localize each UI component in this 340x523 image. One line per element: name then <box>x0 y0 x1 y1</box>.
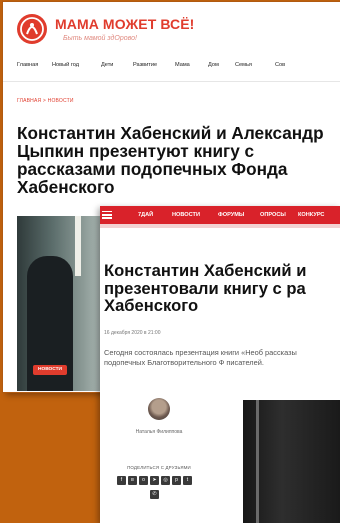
nav-item-7days[interactable]: 7ДАЙ <box>138 212 153 218</box>
nav-item-development[interactable]: Развитие <box>133 62 157 68</box>
nav-item-news[interactable]: НОВОСТИ <box>172 212 200 218</box>
nav-item-home-life[interactable]: Дом <box>208 62 219 68</box>
facebook-icon[interactable]: f <box>117 476 126 485</box>
photo-frame <box>256 400 259 523</box>
nav-divider <box>3 81 340 82</box>
author-name[interactable]: Наталья Филиппова <box>114 429 204 435</box>
pinterest-icon[interactable]: p <box>172 476 181 485</box>
nav-item-contest[interactable]: КОНКУРС <box>298 212 324 218</box>
share-label: ПОДЕЛИТЬСЯ С ДРУЗЬЯМИ <box>127 465 191 470</box>
ok-icon[interactable]: о <box>139 476 148 485</box>
sub-bar <box>100 224 340 228</box>
nav-item-forums[interactable]: ФОРУМЫ <box>218 212 244 218</box>
nav-item-mom[interactable]: Мама <box>175 62 190 68</box>
nav-item-family[interactable]: Семья <box>235 62 252 68</box>
twitter-icon[interactable]: t <box>183 476 192 485</box>
mama-logo-icon[interactable] <box>17 14 47 44</box>
site-tagline: Быть мамой здОрово! <box>63 35 137 42</box>
article-date: 16 декабря 2020 в 21:00 <box>104 330 161 336</box>
article-lead: Сегодня состоялась презентация книги «Не… <box>104 348 297 368</box>
category-badge[interactable]: НОВОСТИ <box>33 365 67 375</box>
nav-item-more[interactable]: Сов <box>275 62 285 68</box>
author-avatar[interactable] <box>148 398 170 420</box>
breadcrumb[interactable]: ГЛАВНАЯ > НОВОСТИ <box>17 98 74 104</box>
nav-item-home[interactable]: Главная <box>17 62 38 68</box>
site-brand[interactable]: МАМА МОЖЕТ ВСЁ! <box>55 16 194 32</box>
photo-lamp <box>75 216 81 276</box>
sevendays-screenshot: 7ДАЙ НОВОСТИ ФОРУМЫ ОПРОСЫ КОНКУРС Конст… <box>100 206 340 523</box>
viber-icon[interactable]: ✆ <box>150 490 159 499</box>
vk-icon[interactable]: в <box>128 476 137 485</box>
instagram-icon[interactable]: ◎ <box>161 476 170 485</box>
telegram-icon[interactable]: ➤ <box>150 476 159 485</box>
article-title: Константин Хабенский и Александр Цыпкин … <box>17 123 324 197</box>
menu-icon[interactable] <box>102 211 112 219</box>
article-title: Константин Хабенский и презентовали книг… <box>104 261 307 315</box>
nav-item-polls[interactable]: ОПРОСЫ <box>260 212 286 218</box>
article-photo <box>243 400 340 523</box>
nav-item-kids[interactable]: Дети <box>101 62 113 68</box>
main-nav: Главная Новый год Дети Развитие Мама Дом… <box>3 62 340 72</box>
nav-item-new-year[interactable]: Новый год <box>52 62 79 68</box>
